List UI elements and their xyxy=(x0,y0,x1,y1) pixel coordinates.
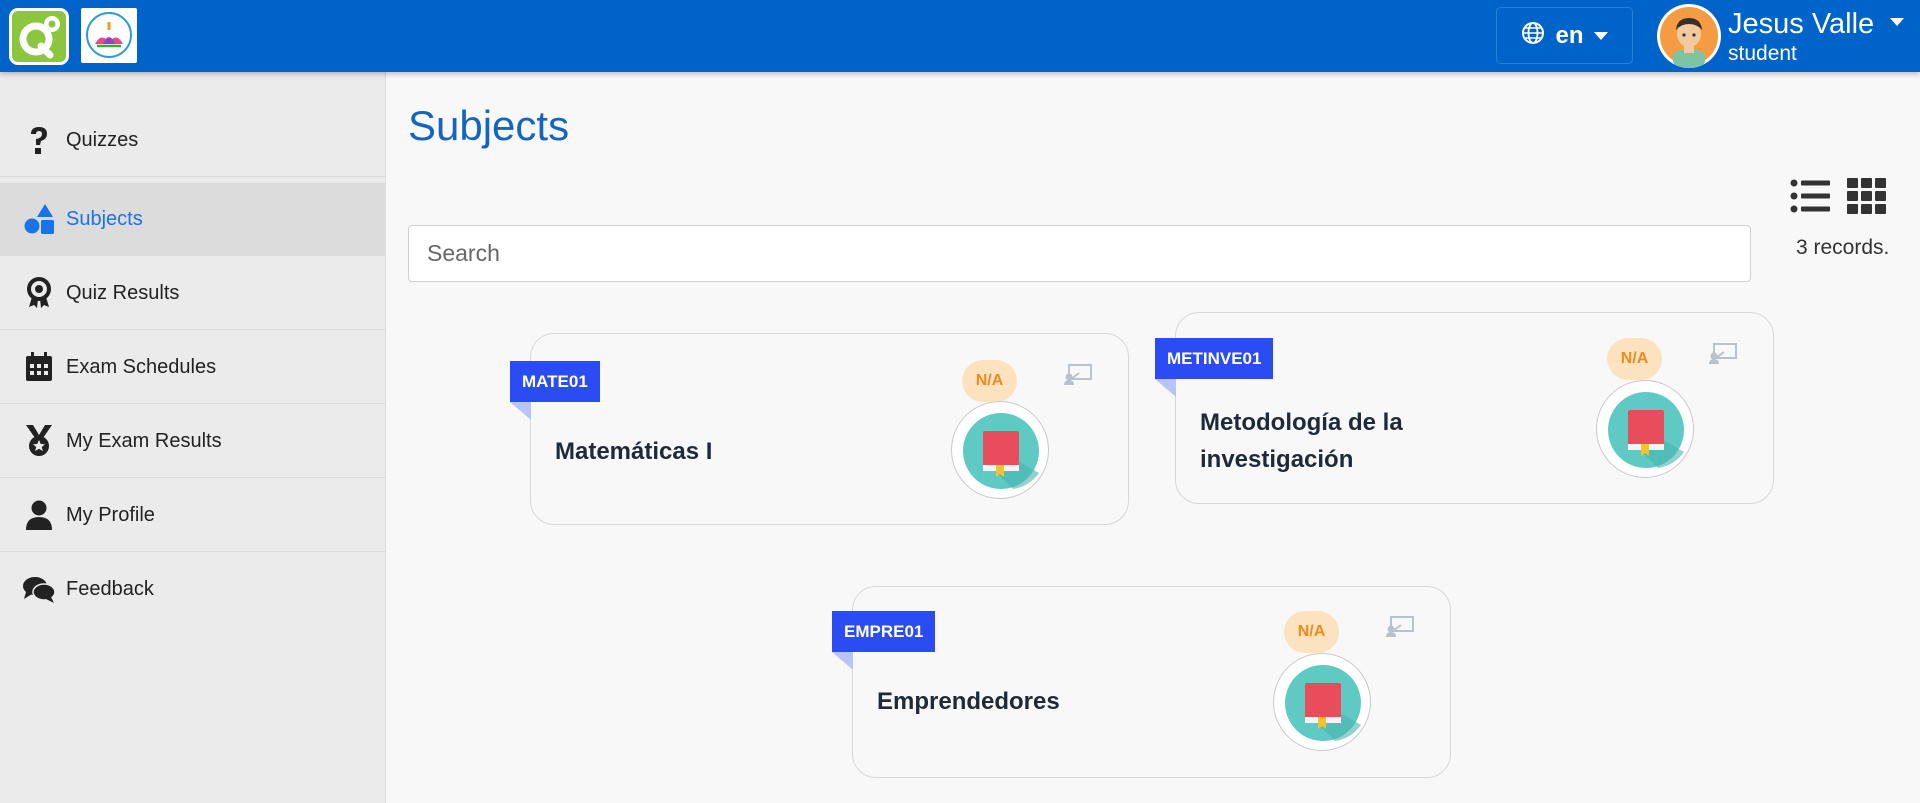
subject-code-tag: MATE01 xyxy=(510,361,600,402)
tag-fold xyxy=(510,402,531,420)
comments-icon xyxy=(22,573,56,607)
page-title: Subjects xyxy=(408,102,570,149)
chevron-down-icon xyxy=(1890,18,1904,26)
tag-fold xyxy=(1155,379,1176,397)
list-icon xyxy=(1790,179,1830,218)
sidebar-item-quizzes[interactable]: Quizzes xyxy=(0,104,385,177)
institution-logo xyxy=(81,8,137,63)
book-icon xyxy=(1608,392,1684,468)
book-icon-ring xyxy=(1596,380,1694,478)
book-icon xyxy=(963,413,1039,489)
status-badge: N/A xyxy=(1284,611,1339,653)
subject-name: Metodología de la investigación xyxy=(1200,409,1403,473)
teacher-icon[interactable] xyxy=(1708,342,1738,366)
grid-view-button[interactable] xyxy=(1847,178,1887,216)
question-icon xyxy=(22,123,56,157)
grid-icon xyxy=(1847,178,1887,218)
chevron-down-icon xyxy=(1593,31,1608,40)
subject-code-tag: METINVE01 xyxy=(1155,338,1274,379)
status-badge: N/A xyxy=(1607,338,1662,380)
award-icon xyxy=(22,276,56,310)
sidebar-item-subjects[interactable]: Subjects xyxy=(0,183,385,256)
subject-card[interactable]: METINVE01 Metodología de la investigació… xyxy=(1155,312,1774,504)
subject-name: Matemáticas I xyxy=(555,438,713,465)
avatar xyxy=(1657,4,1721,68)
subject-code-tag: EMPRE01 xyxy=(832,611,936,652)
user-menu[interactable]: Jesus Valle student xyxy=(1657,4,1907,68)
subject-name: Emprendedores xyxy=(877,688,1060,715)
sidebar-item-my-profile[interactable]: My Profile xyxy=(0,479,385,552)
search-input[interactable] xyxy=(408,225,1751,282)
book-icon xyxy=(1285,665,1361,741)
book-icon-ring xyxy=(1273,653,1371,751)
book-icon-ring xyxy=(951,401,1049,499)
sidebar-item-quiz-results[interactable]: Quiz Results xyxy=(0,257,385,330)
teacher-icon[interactable] xyxy=(1063,363,1093,387)
globe-icon xyxy=(1521,21,1545,50)
app-logo[interactable] xyxy=(9,8,69,65)
language-selector[interactable]: en xyxy=(1496,7,1633,64)
status-badge: N/A xyxy=(962,360,1017,402)
user-role: student xyxy=(1728,42,1797,65)
user-name: Jesus Valle xyxy=(1728,8,1875,40)
tag-fold xyxy=(832,652,853,670)
sidebar-item-my-exam-results[interactable]: My Exam Results xyxy=(0,405,385,478)
shapes-icon xyxy=(22,202,56,236)
sidebar-item-feedback[interactable]: Feedback xyxy=(0,553,385,626)
calendar-icon xyxy=(22,350,56,384)
subject-card[interactable]: EMPRE01 Emprendedores N/A xyxy=(832,586,1451,778)
user-icon xyxy=(22,498,56,532)
subject-card[interactable]: MATE01 Matemáticas I N/A xyxy=(510,333,1129,525)
sidebar: Quizzes Subjects Quiz Results Exam Sched… xyxy=(0,72,386,803)
record-count: 3 records. xyxy=(1796,236,1890,259)
teacher-icon[interactable] xyxy=(1385,615,1415,639)
sidebar-item-exam-schedules[interactable]: Exam Schedules xyxy=(0,331,385,404)
language-label: en xyxy=(1555,21,1584,49)
medal-icon xyxy=(22,424,56,458)
top-bar: en Jesus Valle student xyxy=(0,0,1920,72)
list-view-button[interactable] xyxy=(1790,178,1830,216)
